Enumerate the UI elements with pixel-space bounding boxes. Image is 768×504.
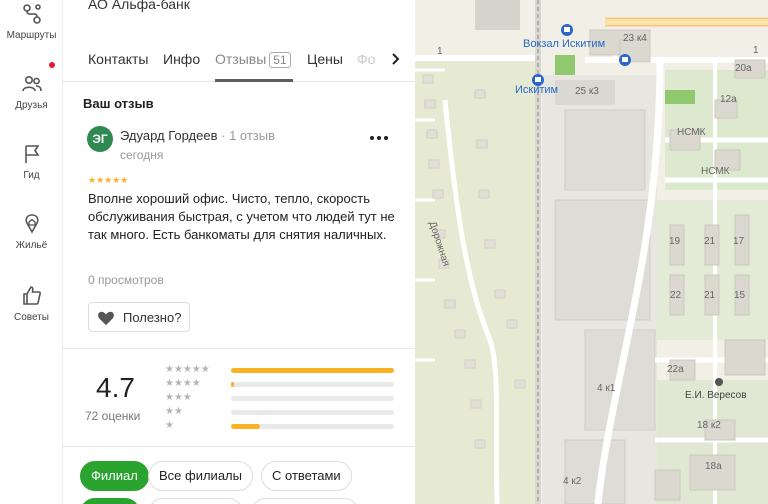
filter-chip[interactable]: Все филиалы xyxy=(148,461,253,491)
tab-label: Цены xyxy=(307,51,343,67)
avatar[interactable]: ЭГ xyxy=(87,126,113,152)
review-author[interactable]: Эдуард Гордеев · 1 отзыв xyxy=(120,128,275,143)
rating-count: 72 оценки xyxy=(85,409,141,423)
rating-bar xyxy=(231,368,394,373)
map-label: 12а xyxy=(720,94,737,105)
map-label: 4 к2 xyxy=(563,476,582,487)
tab-contacts[interactable]: Контакты xyxy=(88,51,148,67)
sidebar-item-friends[interactable]: Друзья xyxy=(0,72,63,111)
rating-bar xyxy=(231,410,394,415)
tab-photos[interactable]: Фо xyxy=(357,51,375,67)
sidebar-item-label: Гид xyxy=(23,170,40,181)
rating-bar xyxy=(231,382,394,387)
views-count: 0 просмотров xyxy=(88,273,164,287)
map-label: 19 xyxy=(669,236,681,247)
sidebar-item-label: Друзья xyxy=(15,100,48,111)
rating-bar-fill xyxy=(231,424,260,429)
sidebar-item-label: Маршруты xyxy=(6,30,57,41)
filter-chip[interactable]: Филиал xyxy=(80,461,149,491)
map-label: 22а xyxy=(667,364,684,375)
review-text: Вполне хороший офис. Чисто, тепло, скоро… xyxy=(88,191,395,242)
rating-bar-fill xyxy=(231,368,394,373)
active-tab-indicator xyxy=(215,79,293,82)
map-label: 1 xyxy=(437,46,443,57)
tab-bar: Контакты Инфо Отзывы 51 Цены Фо xyxy=(63,36,415,82)
tab-label: Инфо xyxy=(163,51,201,67)
map-label: 23 к4 xyxy=(623,33,647,44)
divider xyxy=(63,446,415,447)
organization-title: АО Альфа-банк xyxy=(88,0,190,12)
route-icon xyxy=(22,4,41,24)
map-label: 20а xyxy=(735,63,752,74)
map-label: НСМК xyxy=(677,127,706,138)
map-label: 22 xyxy=(670,290,682,301)
tab-label: Отзывы xyxy=(215,51,267,67)
map-label: 15 xyxy=(734,290,746,301)
tab-label: Контакты xyxy=(88,51,149,67)
tab-info[interactable]: Инфо xyxy=(163,51,200,67)
home-icon xyxy=(24,214,39,234)
rating-value: 4.7 xyxy=(96,372,135,403)
map-label: Вокзал Искитим xyxy=(523,38,606,50)
tab-label: Фо xyxy=(357,51,376,67)
rating-bar xyxy=(231,424,394,429)
map-label: 18а xyxy=(705,461,722,472)
tab-prices[interactable]: Цены xyxy=(307,51,343,67)
reviews-count-badge: 51 xyxy=(269,52,291,68)
sidebar-item-guide[interactable]: Гид xyxy=(0,142,63,181)
left-sidebar: Маршруты Друзья Гид Жильё Советы xyxy=(0,0,63,504)
thumbs-up-icon xyxy=(22,286,41,305)
useful-button[interactable]: Полезно? xyxy=(88,302,190,332)
sidebar-item-routes[interactable]: Маршруты xyxy=(0,2,63,41)
rating-row-stars: ★★★★★ xyxy=(165,364,210,375)
sidebar-item-label: Советы xyxy=(14,312,49,323)
map-label: 17 xyxy=(733,236,745,247)
heart-icon xyxy=(98,311,114,326)
sidebar-item-tips[interactable]: Советы xyxy=(0,284,63,323)
rating-row-stars: ★ xyxy=(165,420,174,431)
filter-chip-partial[interactable] xyxy=(80,498,140,504)
map-label: 25 к3 xyxy=(575,86,599,97)
divider xyxy=(63,348,415,349)
map-label: 1 xyxy=(753,45,759,56)
review-date: сегодня xyxy=(120,148,164,162)
author-meta: · 1 отзыв xyxy=(221,128,276,143)
map-label: НСМК xyxy=(701,166,730,177)
map-label: Искитим xyxy=(515,84,559,96)
map-view[interactable]: Вокзал Искитим Искитим 25 к3 23 к4 20а 12а НСМ… xyxy=(415,0,768,504)
map-label: 21 xyxy=(704,290,716,301)
chevron-right-icon[interactable] xyxy=(387,48,405,70)
rating-row-stars: ★★★★ xyxy=(165,378,201,389)
flag-icon xyxy=(24,145,39,163)
rating-bar-fill xyxy=(231,382,234,387)
rating-row-stars: ★★ xyxy=(165,406,183,417)
map-label: Е.И. Вересов xyxy=(685,390,747,401)
sidebar-item-label: Жильё xyxy=(15,240,48,251)
friends-icon xyxy=(21,76,42,92)
map-label: 18 к2 xyxy=(697,420,721,431)
organization-panel: АО Альфа-банк Контакты Инфо Отзывы 51 Цен… xyxy=(63,0,415,504)
map-label: 4 к1 xyxy=(597,383,616,394)
review-stars: ★★★★★ xyxy=(88,175,129,185)
map-label: 21 xyxy=(704,236,716,247)
tab-reviews[interactable]: Отзывы 51 xyxy=(215,51,291,68)
useful-button-label: Полезно? xyxy=(123,310,182,325)
sidebar-item-housing[interactable]: Жильё xyxy=(0,212,63,251)
section-title: Ваш отзыв xyxy=(83,96,154,111)
rating-row-stars: ★★★ xyxy=(165,392,192,403)
rating-bar xyxy=(231,396,394,401)
author-name[interactable]: Эдуард Гордеев xyxy=(120,128,218,143)
more-options-icon[interactable] xyxy=(365,128,393,148)
filter-chip-partial[interactable] xyxy=(148,498,243,504)
filter-chip-partial[interactable] xyxy=(251,498,359,504)
notification-dot xyxy=(49,62,55,68)
filter-chip[interactable]: С ответами xyxy=(261,461,352,491)
